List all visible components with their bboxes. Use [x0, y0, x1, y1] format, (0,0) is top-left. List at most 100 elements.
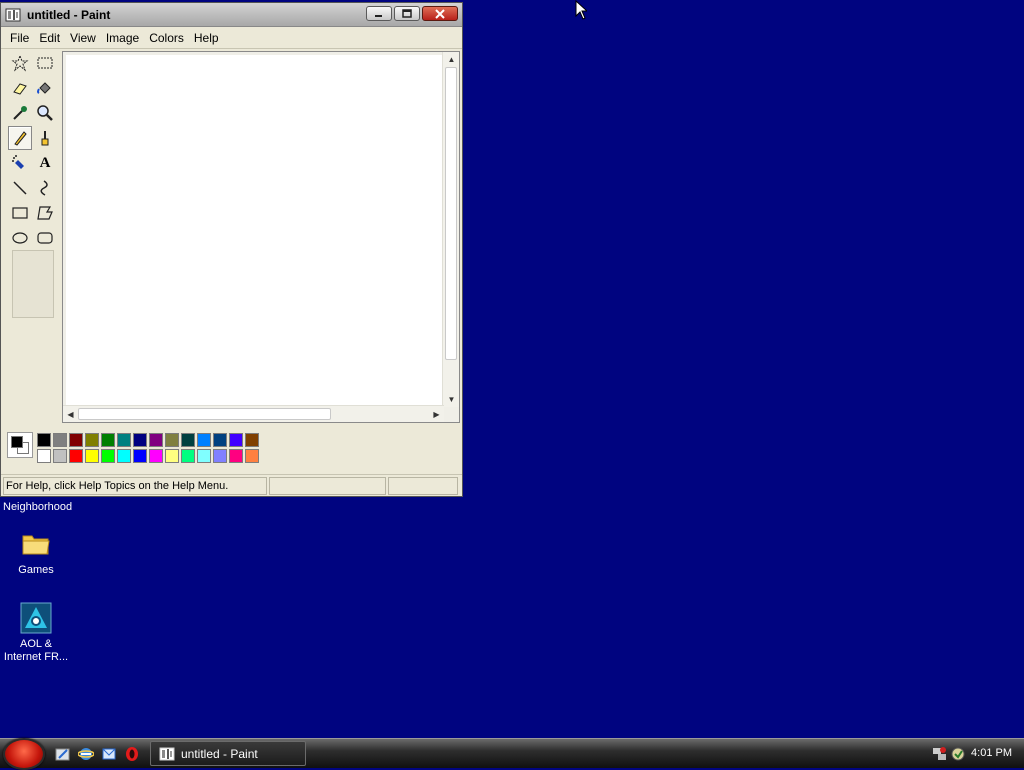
ellipse-icon: [12, 232, 28, 244]
menu-colors[interactable]: Colors: [144, 31, 189, 45]
desktop-icon-label: AOL & Internet FR...: [3, 638, 69, 663]
internet-explorer-icon[interactable]: [77, 745, 94, 762]
ellipse-tool[interactable]: [8, 226, 32, 250]
color-swatch[interactable]: [197, 433, 211, 447]
aol-icon: [20, 602, 52, 634]
show-desktop-icon[interactable]: [54, 745, 71, 762]
color-swatch[interactable]: [213, 433, 227, 447]
text-tool[interactable]: A: [33, 151, 57, 175]
polygon-tool[interactable]: [33, 201, 57, 225]
menu-edit[interactable]: Edit: [34, 31, 65, 45]
airbrush-icon: [12, 155, 24, 169]
menu-help[interactable]: Help: [189, 31, 224, 45]
pick-color-tool[interactable]: [8, 101, 32, 125]
foreground-color-swatch: [11, 436, 23, 448]
rect-select-icon: [37, 57, 53, 69]
menu-image[interactable]: Image: [101, 31, 144, 45]
color-swatch[interactable]: [101, 433, 115, 447]
scroll-down-arrow-icon[interactable]: ▼: [444, 392, 459, 407]
taskbar-button-label: untitled - Paint: [181, 746, 258, 761]
color-swatch[interactable]: [69, 433, 83, 447]
color-swatch[interactable]: [37, 433, 51, 447]
airbrush-tool[interactable]: [8, 151, 32, 175]
scroll-right-arrow-icon[interactable]: ▶: [429, 407, 444, 422]
magnifier-tool[interactable]: [33, 101, 57, 125]
color-swatch[interactable]: [85, 449, 99, 463]
color-swatch[interactable]: [229, 449, 243, 463]
scroll-left-arrow-icon[interactable]: ◀: [63, 407, 78, 422]
menu-view[interactable]: View: [65, 31, 101, 45]
minimize-icon: [375, 14, 382, 17]
canvas-area: ▲ ▼ ◀ ▶: [62, 51, 460, 423]
pencil-tool[interactable]: [8, 126, 32, 150]
system-tray: 4:01 PM: [914, 739, 1024, 769]
color-swatch[interactable]: [213, 449, 227, 463]
menu-file[interactable]: File: [5, 31, 34, 45]
color-swatch[interactable]: [165, 433, 179, 447]
color-swatch[interactable]: [149, 433, 163, 447]
color-swatch[interactable]: [165, 449, 179, 463]
rectangle-tool[interactable]: [8, 201, 32, 225]
color-swatch[interactable]: [53, 433, 67, 447]
fill-tool[interactable]: [33, 76, 57, 100]
clock[interactable]: 4:01 PM: [971, 747, 1012, 759]
color-swatch[interactable]: [133, 449, 147, 463]
eraser-tool[interactable]: [8, 76, 32, 100]
taskbar-button-paint[interactable]: untitled - Paint: [150, 741, 306, 766]
close-icon: [435, 8, 445, 19]
color-swatch[interactable]: [229, 433, 243, 447]
start-button[interactable]: [3, 738, 45, 770]
network-tray-icon[interactable]: [932, 746, 948, 762]
close-button[interactable]: [422, 6, 458, 21]
minimize-button[interactable]: [366, 6, 392, 21]
select-tool[interactable]: [33, 51, 57, 75]
scroll-up-arrow-icon[interactable]: ▲: [444, 52, 459, 67]
maximize-button[interactable]: [394, 6, 420, 21]
status-size-cell: [388, 476, 458, 495]
desktop-icon-games[interactable]: Games: [0, 528, 72, 577]
bucket-icon: [37, 82, 51, 94]
window-title: untitled - Paint: [27, 7, 111, 22]
rounded-rectangle-tool[interactable]: [33, 226, 57, 250]
magnifier-icon: [37, 105, 53, 121]
security-tray-icon[interactable]: [950, 746, 966, 762]
vertical-scroll-thumb[interactable]: [445, 67, 457, 360]
eraser-icon: [13, 83, 27, 95]
toolbox: A: [5, 51, 60, 423]
horizontal-scroll-thumb[interactable]: [78, 408, 331, 420]
free-form-select-tool[interactable]: [8, 51, 32, 75]
color-swatch[interactable]: [181, 449, 195, 463]
rounded-rect-icon: [37, 232, 53, 244]
status-help-text: For Help, click Help Topics on the Help …: [3, 476, 267, 495]
curve-tool[interactable]: [33, 176, 57, 200]
color-swatch[interactable]: [133, 433, 147, 447]
color-swatch[interactable]: [117, 433, 131, 447]
color-swatch[interactable]: [149, 449, 163, 463]
paint-app-icon: [159, 747, 175, 760]
outlook-express-icon[interactable]: [100, 745, 117, 762]
color-swatch[interactable]: [85, 433, 99, 447]
paint-window: untitled - Paint File Edit View Image Co…: [0, 2, 463, 497]
color-swatch[interactable]: [181, 433, 195, 447]
desktop-icon-label-network-neighborhood[interactable]: Neighborhood: [3, 501, 72, 513]
tool-options-box[interactable]: [12, 250, 54, 318]
folder-icon: [22, 535, 50, 555]
brush-tool[interactable]: [33, 126, 57, 150]
line-tool[interactable]: [8, 176, 32, 200]
color-swatch[interactable]: [69, 449, 83, 463]
desktop-icon-aol[interactable]: AOL & Internet FR...: [0, 602, 72, 664]
drawing-canvas[interactable]: [66, 55, 442, 405]
color-swatch[interactable]: [37, 449, 51, 463]
color-swatch[interactable]: [245, 449, 259, 463]
color-swatch[interactable]: [245, 433, 259, 447]
color-swatch[interactable]: [53, 449, 67, 463]
vertical-scrollbar[interactable]: ▲ ▼: [442, 52, 459, 407]
title-bar[interactable]: untitled - Paint: [1, 3, 462, 27]
opera-icon[interactable]: [123, 745, 140, 762]
maximize-icon: [402, 9, 412, 18]
color-swatch[interactable]: [101, 449, 115, 463]
paint-app-icon: [5, 8, 21, 21]
color-swatch[interactable]: [117, 449, 131, 463]
color-swatch[interactable]: [197, 449, 211, 463]
horizontal-scrollbar[interactable]: ◀ ▶: [63, 405, 444, 422]
